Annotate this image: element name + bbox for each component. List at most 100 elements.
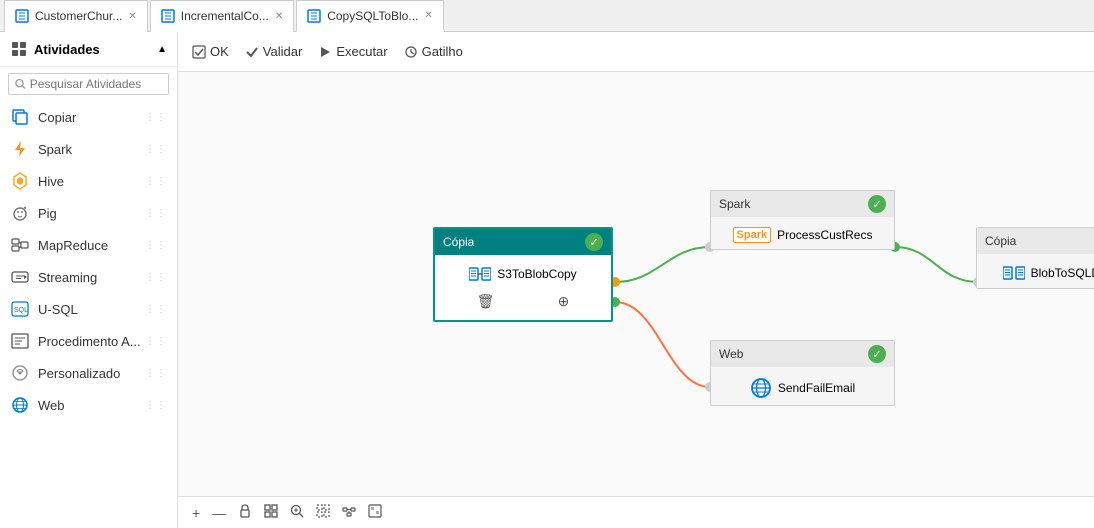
sidebar-item-custom[interactable]: Personalizado ⋮⋮ [0,357,177,389]
node-spark-header: Spark ✓ [711,191,894,217]
node-copia2-body: BlobToSQLDWCopy [977,254,1094,288]
sidebar: Atividades ▲ Copiar ⋮⋮ Spark ⋮⋮ [0,32,178,528]
sidebar-item-usql[interactable]: SQL U-SQL ⋮⋮ [0,293,177,325]
collapse-icon[interactable]: ▲ [157,44,167,55]
tab-copysqltoblo-close[interactable]: ✕ [424,10,432,21]
tab-incrementalco-label: IncrementalCo... [181,9,269,23]
sidebar-item-procedure[interactable]: Procedimento A... ⋮⋮ [0,325,177,357]
node-copia-label: S3ToBlobCopy [497,267,576,281]
node-web[interactable]: Web ✓ SendFailEmail [710,340,895,406]
node-copia2[interactable]: Cópia ! [976,227,1094,289]
pipeline-icon [15,9,29,23]
sidebar-item-pig[interactable]: Pig ⋮⋮ [0,197,177,229]
search-zoom-icon [290,504,304,518]
status-check-icon: ✓ [585,233,603,251]
drag-handle[interactable]: ⋮⋮ [145,176,167,187]
procedure-icon [10,331,30,351]
tab-incrementalco[interactable]: IncrementalCo... ✕ [150,0,294,32]
drag-handle[interactable]: ⋮⋮ [145,368,167,379]
tab-copysqltoblo[interactable]: CopySQLToBlo... ✕ [296,0,444,32]
node-spark-header-label: Spark [719,197,750,211]
node-copia-body: S3ToBlobCopy 🗑 ⊕ [435,255,611,320]
copy-activity-icon2 [1003,264,1025,282]
connections-svg [178,72,1094,496]
drag-handle[interactable]: ⋮⋮ [145,208,167,219]
tab-customerchur-label: CustomerChur... [35,9,122,23]
tab-bar: CustomerChur... ✕ IncrementalCo... ✕ Cop… [0,0,1094,32]
trigger-button[interactable]: Gatilho [404,44,463,59]
check-icon [245,45,259,59]
tab-copysqltoblo-label: CopySQLToBlo... [327,9,418,23]
validate-button[interactable]: Validar [245,44,303,59]
run-icon [318,45,332,59]
bottom-toolbar: + — [178,496,1094,528]
ok-button[interactable]: OK [192,44,229,59]
drag-handle[interactable]: ⋮⋮ [145,112,167,123]
custom-icon [10,363,30,383]
sidebar-item-procedure-label: Procedimento A... [38,334,141,349]
canvas[interactable]: Cópia ✓ [178,72,1094,496]
tab-customerchur[interactable]: CustomerChur... ✕ [4,0,148,32]
zoom-fit-button[interactable] [288,502,306,523]
search-box[interactable] [8,73,169,95]
copy-icon [10,107,30,127]
sidebar-header-label: Atividades [34,42,100,57]
zoom-in-button[interactable]: + [190,503,202,523]
sidebar-item-hive[interactable]: Hive ⋮⋮ [0,165,177,197]
drag-handle[interactable]: ⋮⋮ [145,304,167,315]
fit-button[interactable] [262,502,280,523]
ok-icon [192,45,206,59]
lock-button[interactable] [236,502,254,523]
select-all-icon [316,504,330,518]
node-web-label: SendFailEmail [778,381,855,395]
auto-layout-icon [342,504,356,518]
node-web-body: SendFailEmail [711,367,894,405]
sidebar-item-mapreduce-label: MapReduce [38,238,108,253]
hive-icon [10,171,30,191]
zoom-out-button[interactable]: — [210,503,228,523]
node-copia2-header: Cópia ! [977,228,1094,254]
auto-layout-button[interactable] [340,502,358,523]
tab-incrementalco-close[interactable]: ✕ [275,11,283,22]
sidebar-item-copiar-label: Copiar [38,110,76,125]
sidebar-item-mapreduce[interactable]: MapReduce ⋮⋮ [0,229,177,261]
node-copia-header: Cópia ✓ [435,229,611,255]
sidebar-item-web-label: Web [38,398,65,413]
drag-handle[interactable]: ⋮⋮ [145,272,167,283]
sidebar-item-streaming[interactable]: Streaming ⋮⋮ [0,261,177,293]
sidebar-item-spark[interactable]: Spark ⋮⋮ [0,133,177,165]
sidebar-item-usql-label: U-SQL [38,302,78,317]
drag-handle[interactable]: ⋮⋮ [145,400,167,411]
node-web-header: Web ✓ [711,341,894,367]
run-button[interactable]: Executar [318,44,387,59]
spark-brand-icon: Spark [733,227,772,243]
sidebar-item-hive-label: Hive [38,174,64,189]
node-copia[interactable]: Cópia ✓ [433,227,613,322]
toolbar: OK Validar Executar Gatilho [178,32,1094,72]
select-all-button[interactable] [314,502,332,523]
sidebar-item-copiar[interactable]: Copiar ⋮⋮ [0,101,177,133]
node-web-header-label: Web [719,347,743,361]
sidebar-item-streaming-label: Streaming [38,270,97,285]
sidebar-item-custom-label: Personalizado [38,366,120,381]
drag-handle[interactable]: ⋮⋮ [145,336,167,347]
lock-icon [238,504,252,518]
node-spark-label: ProcessCustRecs [777,228,872,242]
search-input[interactable] [30,77,162,91]
node-copia2-header-label: Cópia [985,234,1016,248]
node-spark[interactable]: Spark ✓ Spark ProcessCustRecs [710,190,895,250]
node-delete-button[interactable]: 🗑 [477,293,495,310]
canvas-area: OK Validar Executar Gatilho [178,32,1094,528]
usql-icon: SQL [10,299,30,319]
node-add-button[interactable]: ⊕ [558,293,570,310]
minimap-button[interactable] [366,502,384,523]
search-icon [15,78,26,90]
drag-handle[interactable]: ⋮⋮ [145,144,167,155]
tab-customerchur-close[interactable]: ✕ [128,11,136,22]
streaming-icon [10,267,30,287]
drag-handle[interactable]: ⋮⋮ [145,240,167,251]
sidebar-item-pig-label: Pig [38,206,57,221]
fit-icon [264,504,278,518]
sidebar-item-web[interactable]: Web ⋮⋮ [0,389,177,421]
sidebar-header-left: Atividades [10,40,100,58]
